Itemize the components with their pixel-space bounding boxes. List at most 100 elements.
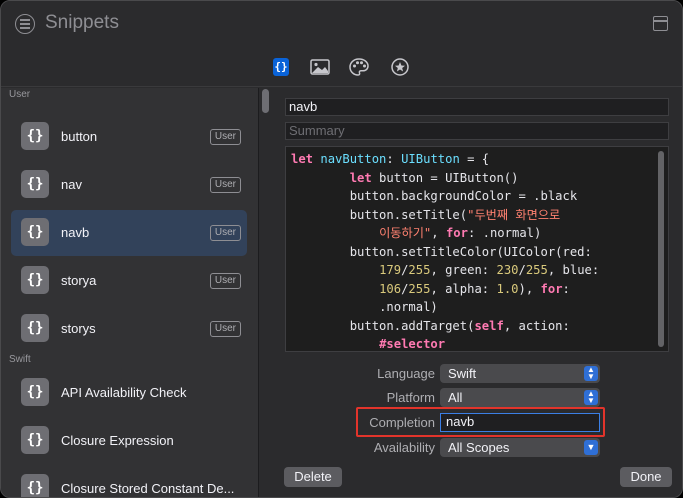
code-text-fragment: , [431,226,446,240]
snippet-label: navb [61,225,90,240]
snippet-label: nav [61,177,82,192]
favorites-tab[interactable] [390,57,410,77]
code-editor[interactable]: let navButton: UIButton = { let button =… [285,146,669,352]
code-text-fragment: , blue: [547,263,600,277]
language-value: Swift [448,366,477,381]
sidebar-toggle-icon[interactable] [653,16,668,31]
title-bar: Snippets [1,1,682,47]
code-string: "두번째 화면으로 [467,207,561,222]
updown-chevron-icon: ▲ ▼ [584,390,598,405]
snippet-label: button [61,129,98,144]
media-tab[interactable] [310,57,330,77]
code-text-fragment: button.backgroundColor = .black [349,189,578,203]
code-text-fragment: ), [518,281,541,296]
code-scrollbar[interactable] [658,151,664,347]
section-header-swift: Swift [9,354,31,365]
code-text-fragment: button.setTitleColor(UIColor(red: [349,244,592,259]
snippet-item-closure-expression[interactable]: {} Closure Expression [11,418,247,464]
snippet-item-api-availability[interactable]: {} API Availability Check [11,370,247,416]
snippet-title-field[interactable]: navb [285,98,669,116]
code-number: 1.0 [496,281,519,296]
snippet-item-storys[interactable]: {} storys User [11,306,247,352]
code-type: UIButton [401,152,460,166]
snippet-label: Closure Stored Constant De... [61,481,235,496]
colors-tab[interactable] [349,57,369,77]
platform-value: All [448,390,463,405]
code-number: 179 [379,263,402,277]
snippet-braces-icon: {} [21,314,49,342]
section-header-user: User [9,89,31,100]
platform-label: Platform [386,390,435,405]
code-text-fragment: , alpha: [430,281,497,296]
completion-highlight-box [356,407,605,437]
code-text: let navButton: UIButton = { let button =… [291,150,600,351]
language-popup[interactable]: Swift ▲ ▼ [440,364,600,383]
snippet-item-storya[interactable]: {} storya User [11,258,247,304]
library-tab-bar: {} [1,47,682,87]
code-keyword: for [445,226,468,240]
code-text-fragment: : .normal) [467,226,542,240]
code-text-fragment: button = UIButton() [371,170,519,185]
code-string: 이동하기" [379,226,432,240]
code-text-fragment: button.addTarget( [349,318,475,333]
code-number: 106 [379,281,402,296]
chevron-down-icon: ▼ [584,440,598,455]
snippet-braces-icon: {} [21,122,49,150]
code-text-fragment: button.setTitle( [349,207,468,222]
updown-chevron-icon: ▲ ▼ [584,366,598,381]
snippet-braces-icon: {} [21,218,49,246]
user-badge: User [209,273,241,289]
code-number: 255 [525,263,548,277]
user-badge: User [209,321,241,337]
image-icon [310,59,330,75]
user-badge: User [209,177,241,193]
language-label: Language [377,366,435,381]
window-title: Snippets [45,12,119,33]
code-text-fragment: .normal) [379,300,438,314]
code-keyword: let [349,170,372,185]
snippet-braces-icon: {} [21,266,49,294]
delete-button[interactable]: Delete [284,467,342,487]
availability-label: Availability [373,440,435,455]
snippet-braces-icon: {} [21,170,49,198]
braces-icon: {} [274,60,288,73]
availability-value: All Scopes [448,440,510,455]
code-number: 255 [408,281,431,296]
user-badge: User [209,129,241,145]
snippet-braces-icon: {} [21,426,49,454]
availability-popup[interactable]: All Scopes ▼ [440,438,600,457]
code-snippets-tab[interactable]: {} [273,58,289,76]
code-keyword: let [291,152,314,166]
snippets-window: Snippets {} User {} button User {} nav U… [0,0,683,498]
code-text-fragment: / [518,263,526,277]
done-button[interactable]: Done [620,467,672,487]
snippet-item-nav[interactable]: {} nav User [11,162,247,208]
code-number: 230 [496,263,519,277]
code-keyword: self [474,318,504,333]
snippet-item-closure-stored-constant[interactable]: {} Closure Stored Constant De... [11,466,247,497]
snippet-list: User {} button User {} nav User {} navb … [1,88,259,497]
snippet-label: API Availability Check [61,385,187,400]
palette-icon [349,58,369,76]
snippet-item-button[interactable]: {} button User [11,114,247,160]
snippet-braces-icon: {} [21,378,49,406]
snippet-label: Closure Expression [61,433,174,448]
snippet-braces-icon: {} [21,474,49,497]
snippet-summary-field[interactable]: Summary [285,122,669,140]
snippet-label: storys [61,321,96,336]
code-text-fragment: , action: [503,318,570,333]
snippets-app-icon [15,14,35,34]
code-number: 255 [408,263,431,277]
code-text-fragment: : [386,152,394,166]
code-text-fragment: = { [459,152,490,166]
platform-popup[interactable]: All ▲ ▼ [440,388,600,407]
code-text-fragment: : [562,281,570,296]
code-identifier: navButton [320,152,387,166]
snippet-detail-pane: navb Summary let navButton: UIButton = {… [270,88,682,497]
code-text-fragment: , green: [430,263,497,277]
code-keyword: for [540,281,563,296]
sidebar-scrollbar[interactable] [262,89,269,113]
snippet-item-navb[interactable]: {} navb User [11,210,247,256]
star-circle-icon [391,58,409,76]
snippet-label: storya [61,273,97,288]
